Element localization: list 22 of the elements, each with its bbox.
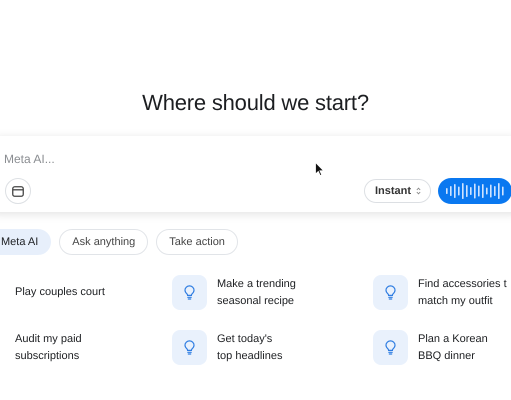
suggestion-text[interactable]: Find accessories t match my outfit [418, 276, 507, 310]
tab[interactable]: Take action [156, 229, 238, 255]
suggestion-text[interactable]: Plan a Korean BBQ dinner [418, 330, 488, 364]
lightbulb-icon [385, 285, 396, 300]
window-button[interactable] [5, 178, 31, 204]
waveform-icon [446, 183, 506, 199]
tab[interactable]: Meta AI [0, 229, 52, 255]
suggestion-text[interactable]: Audit my paid subscriptions [15, 330, 82, 364]
window-icon [12, 186, 24, 196]
mouse-pointer-icon [315, 162, 324, 176]
mode-dropdown[interactable]: Instant [364, 179, 431, 203]
lightbulb-icon [184, 285, 195, 300]
voice-button[interactable] [438, 178, 511, 204]
tab[interactable]: Ask anything [59, 229, 148, 255]
message-input[interactable]: Meta AI... [0, 150, 304, 168]
page-heading: Where should we start? [141, 89, 370, 117]
suggestion-text[interactable]: Make a trending seasonal recipe [217, 276, 296, 310]
lightbulb-icon [385, 340, 396, 355]
suggestion-text[interactable]: Get today's top headlines [217, 330, 282, 364]
suggestion-text[interactable]: Play couples court [15, 284, 105, 301]
chevron-icon [416, 187, 421, 195]
lightbulb-icon [184, 340, 195, 355]
